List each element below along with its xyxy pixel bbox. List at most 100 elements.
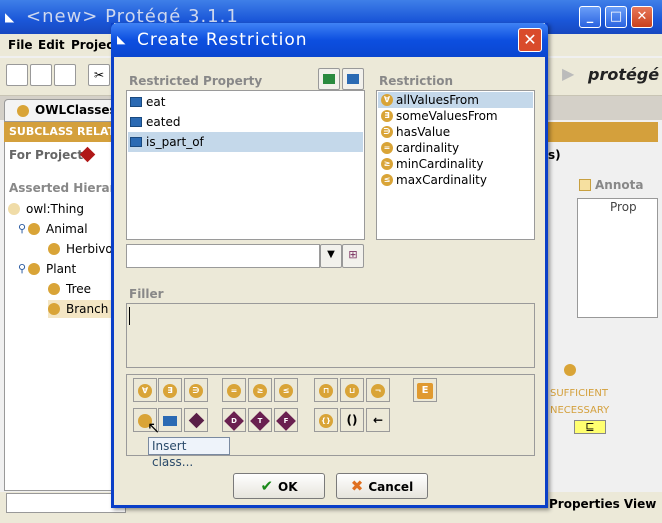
palette-symbol: ⊓ bbox=[319, 383, 333, 398]
palette-button[interactable]: ¬ bbox=[366, 378, 390, 402]
subclass-relationship-bar: SUBCLASS RELAT bbox=[4, 122, 114, 142]
palette-button[interactable]: F bbox=[274, 408, 298, 432]
minimize-button[interactable]: _ bbox=[579, 6, 601, 28]
palette-button[interactable]: {} bbox=[314, 408, 338, 432]
palette-button[interactable]: T bbox=[248, 408, 272, 432]
ok-button[interactable]: ✔ OK bbox=[233, 473, 325, 499]
restriction-item[interactable]: ∃ someValuesFrom bbox=[378, 108, 533, 124]
cut-button[interactable]: ✂ bbox=[88, 64, 110, 86]
property-label: is_part_of bbox=[146, 135, 204, 149]
menu-file[interactable]: File bbox=[8, 38, 33, 52]
datatype-symbol-icon: D bbox=[224, 410, 244, 431]
tree-item-label: Tree bbox=[66, 282, 92, 296]
restriction-item[interactable]: ≥ minCardinality bbox=[378, 156, 533, 172]
view-property-button[interactable] bbox=[342, 68, 364, 90]
restriction-symbol-icon: ≥ bbox=[381, 158, 393, 170]
dialog-title: Create Restriction bbox=[111, 23, 548, 57]
palette-button[interactable]: ∃ bbox=[158, 378, 182, 402]
subclass-symbol-badge[interactable]: ⊑ bbox=[574, 420, 606, 434]
restriction-item[interactable]: ∋ hasValue bbox=[378, 124, 533, 140]
tree-item[interactable]: Tree bbox=[48, 280, 91, 298]
play-button[interactable]: ▶ bbox=[562, 64, 582, 86]
find-button[interactable]: ⊞ bbox=[342, 244, 364, 268]
restriction-label: hasValue bbox=[396, 125, 451, 139]
maximize-button[interactable]: □ bbox=[605, 6, 627, 28]
palette-button[interactable] bbox=[184, 408, 208, 432]
ok-label: OK bbox=[278, 480, 298, 494]
palette-symbol: () bbox=[346, 413, 358, 427]
new-file-button[interactable] bbox=[6, 64, 28, 86]
protege-logo-icon: ◣ bbox=[5, 10, 15, 24]
property-item[interactable]: is_part_of bbox=[128, 132, 363, 152]
restricted-property-label: Restricted Property bbox=[129, 74, 263, 88]
palette-symbol: ¬ bbox=[371, 383, 385, 398]
property-item[interactable]: eat bbox=[128, 92, 363, 112]
palette-symbol: ≥ bbox=[253, 383, 267, 398]
restriction-item[interactable]: ∀ allValuesFrom bbox=[378, 92, 533, 108]
palette-symbol: ≤ bbox=[279, 383, 293, 398]
class-icon bbox=[48, 283, 60, 295]
s-label: s) bbox=[548, 148, 561, 162]
property-add-icon bbox=[323, 74, 335, 84]
tree-expander-icon[interactable]: ⚲ bbox=[18, 260, 26, 278]
add-class-icon[interactable] bbox=[564, 363, 584, 383]
tree-item[interactable]: Branch bbox=[48, 300, 113, 318]
palette-button[interactable]: ≤ bbox=[274, 378, 298, 402]
palette-button[interactable]: ≥ bbox=[248, 378, 272, 402]
class-icon bbox=[8, 203, 20, 215]
palette-button[interactable]: ← bbox=[366, 408, 390, 432]
palette-button[interactable]: ⊓ bbox=[314, 378, 338, 402]
class-icon bbox=[28, 223, 40, 235]
palette-button[interactable]: ⊔ bbox=[340, 378, 364, 402]
palette-symbol: ∀ bbox=[138, 383, 152, 398]
tree-item[interactable]: ⚲ Plant bbox=[18, 260, 76, 278]
palette-symbol: = bbox=[227, 383, 241, 398]
palette-button[interactable]: D bbox=[222, 408, 246, 432]
necessary-label: NECESSARY bbox=[550, 405, 610, 416]
tree-item[interactable]: owl:Thing bbox=[8, 200, 84, 218]
palette-button[interactable]: ∋ bbox=[184, 378, 208, 402]
filter-dropdown-button[interactable]: ▼ bbox=[320, 244, 342, 268]
restriction-symbol-icon: ≤ bbox=[381, 174, 393, 186]
palette-button[interactable]: () bbox=[340, 408, 364, 432]
restriction-item[interactable]: ≤ maxCardinality bbox=[378, 172, 533, 188]
property-column-header: Prop bbox=[610, 200, 637, 214]
restriction-label: minCardinality bbox=[396, 157, 484, 171]
cancel-button[interactable]: ✖ Cancel bbox=[336, 473, 428, 499]
add-property-button[interactable] bbox=[318, 68, 340, 90]
tree-item[interactable]: Herbivor bbox=[48, 240, 118, 258]
datatype-letter: F bbox=[283, 416, 289, 425]
restriction-item[interactable]: = cardinality bbox=[378, 140, 533, 156]
tree-item[interactable]: ⚲ Animal bbox=[18, 220, 88, 238]
for-project-label: For Project: bbox=[9, 148, 88, 162]
palette-button[interactable]: E bbox=[413, 378, 437, 402]
properties-view-label: Properties View bbox=[549, 497, 657, 511]
add-class-dot bbox=[564, 364, 576, 376]
palette-button[interactable]: ∀ bbox=[133, 378, 157, 402]
property-filter-input[interactable] bbox=[126, 244, 320, 268]
dialog-app-icon: ◣ bbox=[117, 33, 126, 46]
palette-button[interactable]: = bbox=[222, 378, 246, 402]
property-label: eated bbox=[146, 115, 181, 129]
filler-textarea[interactable] bbox=[126, 303, 535, 368]
dialog-close-button[interactable]: ✕ bbox=[518, 28, 542, 52]
open-folder-button[interactable] bbox=[30, 64, 52, 86]
cancel-label: Cancel bbox=[368, 480, 414, 494]
check-icon: ✔ bbox=[260, 477, 274, 495]
tree-expander-icon[interactable]: ⚲ bbox=[18, 220, 26, 238]
restriction-label: allValuesFrom bbox=[396, 93, 479, 107]
annotation-label: Annota bbox=[595, 178, 644, 192]
status-input[interactable] bbox=[6, 493, 126, 513]
class-icon bbox=[28, 263, 40, 275]
menu-edit[interactable]: Edit bbox=[38, 38, 65, 52]
class-icon bbox=[48, 303, 60, 315]
restriction-symbol-icon: = bbox=[381, 142, 393, 154]
property-item[interactable]: eated bbox=[128, 112, 363, 132]
close-window-button[interactable]: ✕ bbox=[631, 6, 653, 28]
object-property-icon bbox=[130, 137, 142, 147]
restriction-symbol-icon: ∃ bbox=[381, 110, 393, 122]
restriction-label: cardinality bbox=[396, 141, 460, 155]
save-button[interactable] bbox=[54, 64, 76, 86]
palette-button[interactable] bbox=[158, 408, 182, 432]
tab-owlclasses[interactable]: OWLClasses bbox=[4, 99, 118, 121]
